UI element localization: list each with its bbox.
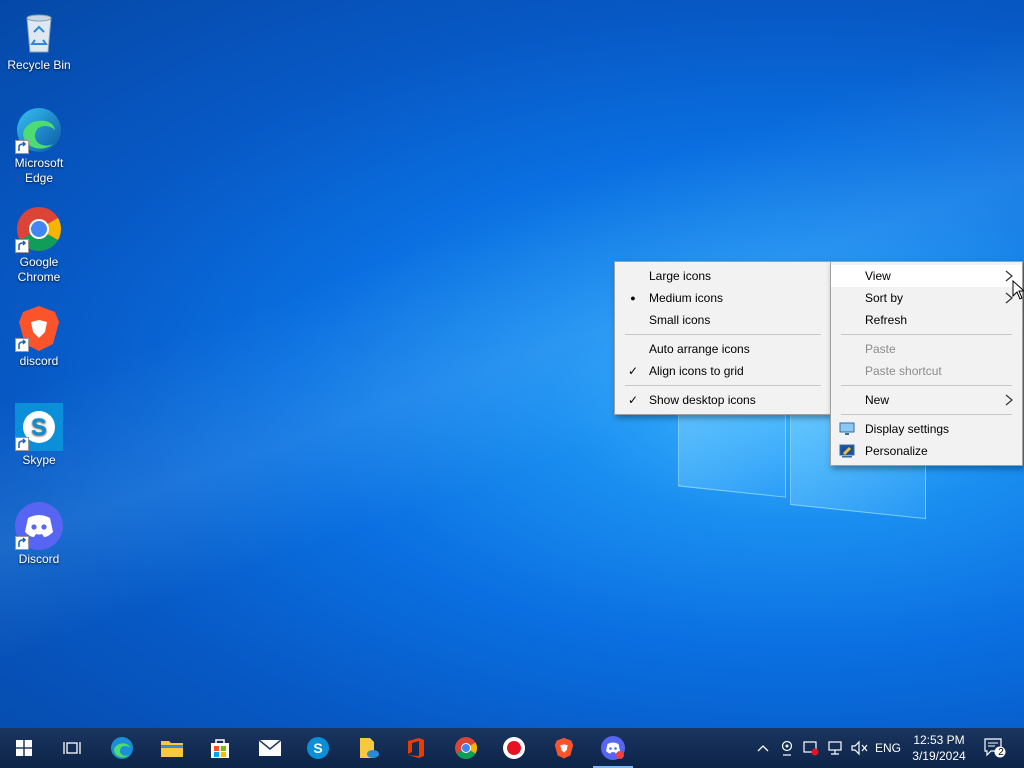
- radio-bullet-icon: ●: [630, 293, 636, 303]
- skype-icon: S: [307, 737, 329, 759]
- clock-date: 3/19/2024: [912, 749, 966, 763]
- display-monitor-icon: [839, 422, 855, 435]
- chrome-icon: [15, 205, 63, 253]
- menu-item-medium-icons[interactable]: ● Medium icons: [615, 287, 831, 309]
- taskbar-chrome[interactable]: [442, 728, 490, 768]
- menu-item-view[interactable]: View: [831, 265, 1022, 287]
- desktop-icon-label: Discord: [18, 552, 60, 566]
- checkmark-icon: ✓: [627, 393, 639, 407]
- menu-item-small-icons[interactable]: Small icons: [615, 309, 831, 331]
- menu-item-display-settings[interactable]: Display settings: [831, 418, 1022, 440]
- start-button[interactable]: [0, 728, 48, 768]
- shortcut-arrow-icon: [15, 437, 29, 451]
- discord-icon: [15, 502, 63, 550]
- menu-separator: [841, 414, 1012, 415]
- office-icon: [408, 738, 424, 758]
- store-bag-icon: [211, 739, 229, 758]
- skype-icon: S: [15, 403, 63, 451]
- discord-icon: [601, 736, 625, 760]
- view-submenu: Large icons ● Medium icons Small icons A…: [614, 261, 832, 415]
- security-alert-icon: [803, 741, 819, 756]
- menu-item-show-desktop-icons[interactable]: ✓ Show desktop icons: [615, 389, 831, 411]
- edge-icon: [15, 106, 63, 154]
- folder-icon: [161, 741, 183, 757]
- record-icon: [503, 737, 525, 759]
- desktop-icon-recycle-bin[interactable]: Recycle Bin: [4, 8, 74, 73]
- taskbar: S ENG 12:53 PM 3/19/2024 2: [0, 728, 1024, 768]
- windows-start-icon: [16, 740, 32, 756]
- action-center-button[interactable]: 2: [978, 728, 1012, 768]
- notification-count-badge: 2: [998, 747, 1004, 758]
- menu-item-large-icons[interactable]: Large icons: [615, 265, 831, 287]
- menu-separator: [625, 385, 821, 386]
- desktop-icon-google-chrome[interactable]: Google Chrome: [4, 205, 74, 285]
- tray-network[interactable]: [824, 728, 846, 768]
- network-icon: [828, 741, 842, 755]
- recycle-bin-icon: [15, 8, 63, 56]
- chevron-up-icon: [757, 745, 769, 752]
- volume-muted-icon: [851, 740, 868, 756]
- tray-volume[interactable]: [848, 728, 870, 768]
- taskbar-brave[interactable]: [540, 728, 588, 768]
- menu-item-align-icons-to-grid[interactable]: ✓ Align icons to grid: [615, 360, 831, 382]
- checkmark-icon: ✓: [627, 364, 639, 378]
- desktop-icon-label: Microsoft Edge: [14, 156, 64, 185]
- taskbar-skype[interactable]: S: [294, 728, 342, 768]
- mail-envelope-icon: [258, 739, 282, 756]
- task-view-button[interactable]: [48, 728, 96, 768]
- shortcut-arrow-icon: [15, 140, 29, 154]
- menu-separator: [625, 334, 821, 335]
- shortcut-arrow-icon: [15, 536, 29, 550]
- taskbar-office[interactable]: [392, 728, 440, 768]
- desktop-icon-label: Recycle Bin: [7, 58, 71, 72]
- menu-item-personalize[interactable]: Personalize: [831, 440, 1022, 462]
- menu-item-refresh[interactable]: Refresh: [831, 309, 1022, 331]
- menu-item-paste-shortcut[interactable]: Paste shortcut: [831, 360, 1022, 382]
- svg-text:S: S: [31, 414, 47, 441]
- mouse-cursor-icon: [1012, 280, 1024, 300]
- shortcut-arrow-icon: [15, 338, 29, 352]
- chevron-right-icon: [1005, 394, 1013, 406]
- taskbar-discord[interactable]: [589, 728, 637, 768]
- taskbar-microsoft-store[interactable]: [196, 728, 244, 768]
- personalize-icon: [839, 444, 855, 458]
- menu-item-paste[interactable]: Paste: [831, 338, 1022, 360]
- desktop-icon-label: discord: [19, 354, 59, 368]
- tray-security[interactable]: [800, 728, 822, 768]
- menu-item-new[interactable]: New: [831, 389, 1022, 411]
- brave-lion-icon: [15, 304, 63, 352]
- clock-time: 12:53 PM: [913, 733, 965, 747]
- desktop-icon-discord[interactable]: Discord: [4, 502, 74, 567]
- taskbar-onedrive-files[interactable]: [344, 728, 392, 768]
- desktop-icon-label: Skype: [22, 453, 56, 467]
- desktop-context-menu: View Sort by Refresh Paste Paste shortcu…: [830, 261, 1023, 466]
- taskbar-edge[interactable]: [98, 728, 146, 768]
- menu-separator: [841, 334, 1012, 335]
- menu-item-auto-arrange-icons[interactable]: Auto arrange icons: [615, 338, 831, 360]
- tray-show-hidden-icons[interactable]: [752, 728, 774, 768]
- shortcut-arrow-icon: [15, 239, 29, 253]
- taskbar-file-explorer[interactable]: [148, 728, 196, 768]
- taskbar-mail[interactable]: [246, 728, 294, 768]
- onedrive-folder-icon: [360, 738, 379, 758]
- desktop-icon-microsoft-edge[interactable]: Microsoft Edge: [4, 106, 74, 186]
- tray-webcam[interactable]: [776, 728, 798, 768]
- taskbar-recorder[interactable]: [490, 728, 538, 768]
- tray-clock[interactable]: 12:53 PM 3/19/2024: [900, 732, 978, 764]
- menu-separator: [841, 385, 1012, 386]
- webcam-icon: [781, 740, 793, 756]
- brave-lion-icon: [554, 737, 574, 759]
- edge-icon: [111, 737, 133, 759]
- menu-item-sort-by[interactable]: Sort by: [831, 287, 1022, 309]
- desktop-icon-label: Google Chrome: [17, 255, 61, 284]
- desktop-icon-skype[interactable]: S Skype: [4, 403, 74, 468]
- task-view-icon: [63, 742, 81, 754]
- svg-text:S: S: [313, 740, 322, 756]
- desktop-icon-brave-discord[interactable]: discord: [4, 304, 74, 369]
- chrome-icon: [455, 737, 477, 759]
